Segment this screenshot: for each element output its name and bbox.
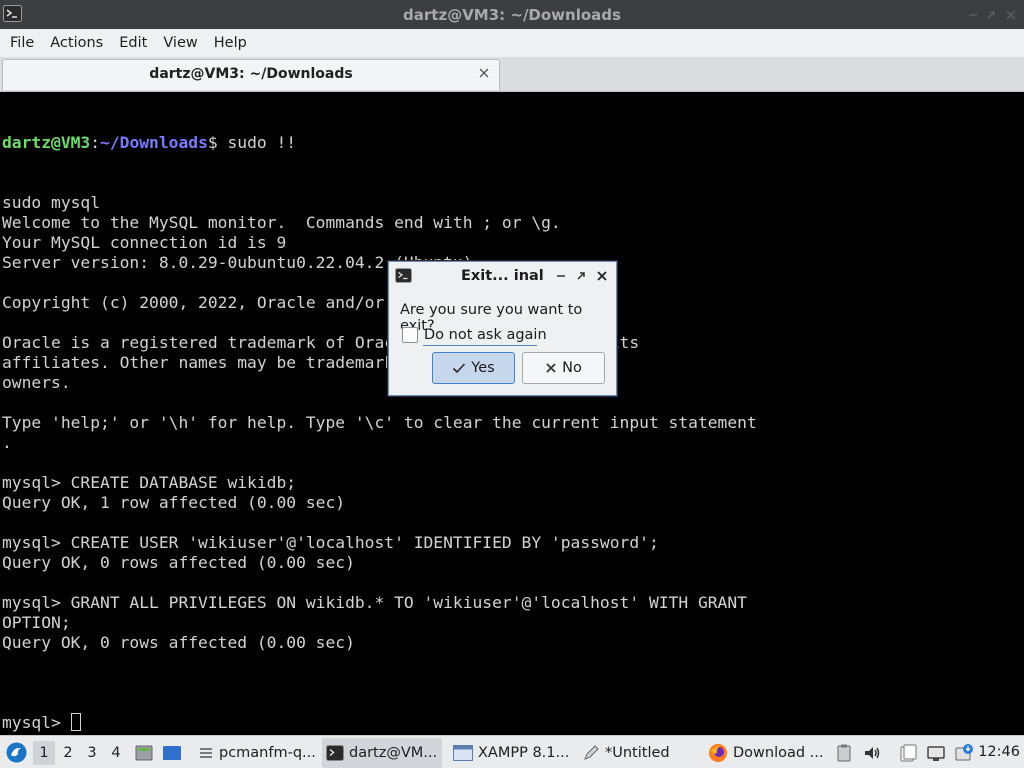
- workspace-1[interactable]: 1: [33, 741, 55, 765]
- prompt-path: ~/Downloads: [100, 133, 208, 152]
- menu-file[interactable]: File: [2, 29, 42, 57]
- terminal-tab[interactable]: dartz@VM3: ~/Downloads: [2, 59, 500, 90]
- terminal-line: Query OK, 0 rows affected (0.00 sec): [2, 553, 355, 572]
- window-titlebar: dartz@VM3: ~/Downloads: [0, 0, 1024, 29]
- terminal-line: Your MySQL connection id is 9: [2, 233, 287, 252]
- task-terminal[interactable]: dartz@VM...: [322, 738, 442, 768]
- window-icon: [453, 745, 473, 761]
- terminal-line: Query OK, 1 row affected (0.00 sec): [2, 493, 346, 512]
- firefox-icon: [709, 744, 727, 762]
- do-not-ask-checkbox[interactable]: [402, 327, 418, 343]
- no-button[interactable]: No: [522, 352, 605, 384]
- terminal-line: Type 'help;' or '\h' for help. Type '\c'…: [2, 413, 757, 432]
- task-pcmanfm[interactable]: pcmanfm-q...: [194, 738, 316, 768]
- terminal-line: mysql> CREATE DATABASE wikidb;: [2, 473, 297, 492]
- terminal-line: Welcome to the MySQL monitor. Commands e…: [2, 213, 561, 232]
- updates-icon[interactable]: [954, 743, 974, 763]
- show-desktop-icon[interactable]: [134, 743, 154, 763]
- clock: 12:46: [978, 744, 1020, 760]
- menu-edit[interactable]: Edit: [111, 29, 155, 57]
- prompt-separator: :: [90, 133, 101, 152]
- start-menu-icon[interactable]: [6, 742, 27, 763]
- menu-help[interactable]: Help: [206, 29, 255, 57]
- terminal-output[interactable]: dartz@VM3:~/Downloads$ sudo !! sudo mysq…: [2, 92, 1022, 735]
- file-manager-icon: [200, 748, 212, 758]
- terminal-line: Query OK, 0 rows affected (0.00 sec): [2, 633, 355, 652]
- dialog-title: Exit... inal: [461, 268, 544, 284]
- terminal-app-icon: [395, 268, 412, 283]
- exit-dialog: Exit... inal Are you sure you want to ex…: [388, 261, 617, 396]
- workspace-4[interactable]: 4: [105, 741, 127, 765]
- volume-icon[interactable]: [862, 743, 882, 763]
- clipboard-icon[interactable]: [834, 743, 854, 763]
- tab-strip: dartz@VM3: ~/Downloads: [0, 57, 1024, 92]
- maximize-icon[interactable]: [984, 8, 998, 22]
- cross-icon: [546, 363, 556, 373]
- minimize-icon[interactable]: [966, 8, 980, 22]
- dialog-titlebar: Exit... inal: [389, 262, 616, 290]
- do-not-ask-label[interactable]: Do not ask again: [424, 327, 547, 343]
- yes-button[interactable]: Yes: [432, 352, 515, 384]
- checkmark-icon: [453, 363, 466, 374]
- workspace-3[interactable]: 3: [81, 741, 103, 765]
- desktop-icon[interactable]: [162, 743, 182, 763]
- terminal-line: sudo mysql: [2, 193, 101, 212]
- close-icon[interactable]: [596, 270, 608, 282]
- workspace-2[interactable]: 2: [57, 741, 79, 765]
- text-editor-icon: [584, 745, 599, 760]
- menubar: File Actions Edit View Help: [0, 29, 1024, 57]
- prompt-line: dartz@VM3:~/Downloads$ sudo !!: [2, 133, 1022, 153]
- yes-button-label: Yes: [471, 360, 495, 376]
- task-label: Download ...: [733, 745, 824, 761]
- minimize-icon[interactable]: [555, 270, 567, 282]
- terminal-app-icon: [3, 5, 22, 22]
- prompt-user: dartz@VM3: [2, 133, 91, 152]
- menu-view[interactable]: View: [155, 29, 205, 57]
- task-label: XAMPP 8.1...: [478, 745, 570, 761]
- task-xampp[interactable]: XAMPP 8.1...: [449, 738, 573, 768]
- taskbar: 1 2 3 4 pcmanfm-q... dartz@VM... XAMPP 8…: [0, 735, 1024, 768]
- close-icon[interactable]: [1004, 8, 1018, 22]
- prompt-command: $ sudo !!: [207, 133, 297, 152]
- task-label: *Untitled: [605, 745, 670, 761]
- network-icon[interactable]: [926, 743, 946, 763]
- task-untitled[interactable]: *Untitled: [578, 738, 698, 768]
- terminal-line: mysql> CREATE USER 'wikiuser'@'localhost…: [2, 533, 659, 552]
- maximize-icon[interactable]: [575, 270, 587, 282]
- menu-actions[interactable]: Actions: [42, 29, 111, 57]
- tab-label: dartz@VM3: ~/Downloads: [149, 66, 353, 82]
- no-button-label: No: [562, 360, 582, 376]
- focus-underline: [423, 345, 537, 346]
- window-title: dartz@VM3: ~/Downloads: [403, 5, 621, 24]
- tab-close-icon[interactable]: [478, 67, 490, 79]
- mysql-prompt: mysql>: [2, 713, 71, 732]
- text-cursor: [70, 713, 81, 731]
- terminal-icon: [326, 745, 344, 761]
- notes-icon[interactable]: [898, 743, 918, 763]
- mysql-prompt-line: mysql>: [2, 713, 1022, 733]
- task-label: pcmanfm-q...: [219, 745, 316, 761]
- task-label: dartz@VM...: [349, 745, 438, 761]
- terminal-line: .: [2, 433, 12, 452]
- task-firefox[interactable]: Download ...: [704, 738, 826, 768]
- terminal-line: mysql> GRANT ALL PRIVILEGES ON wikidb.* …: [2, 593, 747, 612]
- terminal-line: OPTION;: [2, 613, 71, 632]
